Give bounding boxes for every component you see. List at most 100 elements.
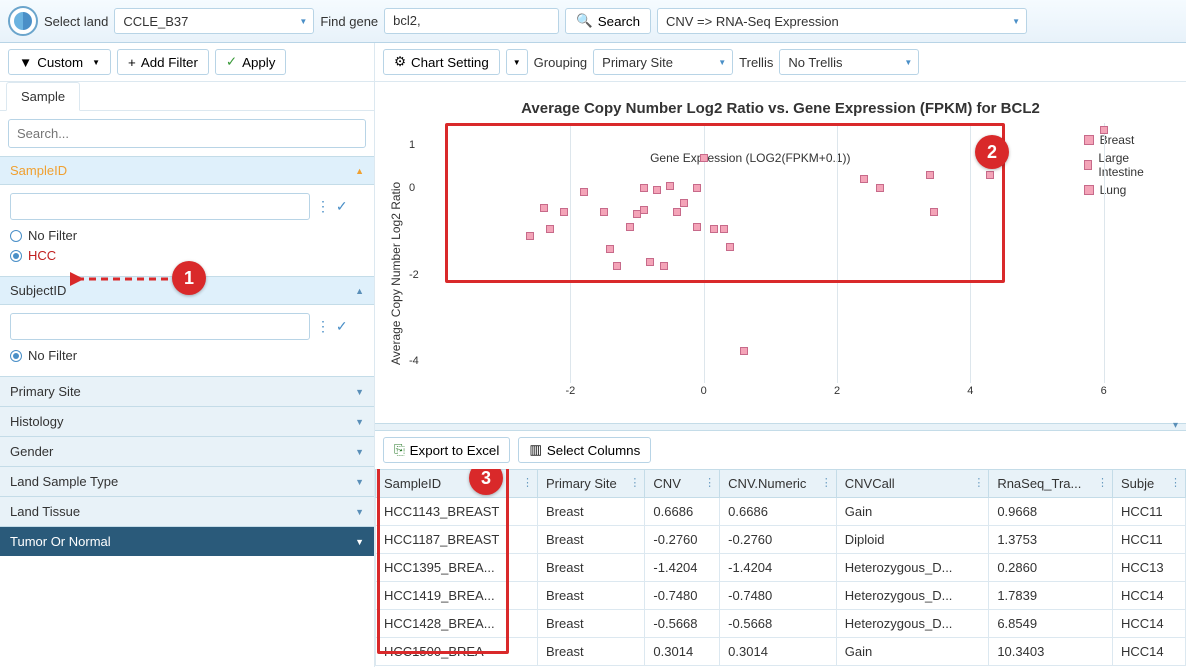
data-point[interactable] <box>1100 126 1108 134</box>
panel-title: Land Sample Type <box>10 474 118 489</box>
column-header[interactable]: RnaSeq_Tra...⋮ <box>989 470 1113 498</box>
annotation-badge-1: 1 <box>172 261 206 295</box>
trellis-label: Trellis <box>739 55 773 70</box>
panel-title: Primary Site <box>10 384 81 399</box>
radio-no-filter-subjectid[interactable]: No Filter <box>10 348 364 363</box>
table-cell: 0.3014 <box>720 638 837 666</box>
table-cell: 0.2860 <box>989 554 1113 582</box>
chevron-down-icon: ▼ <box>355 477 364 487</box>
search-button[interactable]: 🔍Search <box>565 8 651 34</box>
trellis-dropdown[interactable]: No Trellis <box>779 49 919 75</box>
column-menu-icon[interactable]: ⋮ <box>1170 476 1181 489</box>
no-filter-label: No Filter <box>28 348 77 363</box>
analysis-dropdown[interactable]: CNV => RNA-Seq Expression <box>657 8 1027 34</box>
chevron-down-icon: ▼ <box>355 417 364 427</box>
panel-head-primary-site[interactable]: Primary Site ▼ <box>0 376 374 406</box>
chart-title: Average Copy Number Log2 Ratio vs. Gene … <box>375 82 1186 123</box>
table-cell: 0.6686 <box>645 498 720 526</box>
table-cell: Gain <box>836 498 989 526</box>
table-cell: Breast <box>537 554 644 582</box>
table-cell: HCC13 <box>1112 554 1185 582</box>
radio-icon-selected <box>10 250 22 262</box>
column-menu-icon[interactable]: ⋮ <box>1097 476 1108 489</box>
x-tick: 0 <box>701 385 707 397</box>
panel-head-gender[interactable]: Gender▼ <box>0 436 374 466</box>
table-cell: Breast <box>537 498 644 526</box>
tab-sample[interactable]: Sample <box>6 82 80 111</box>
export-excel-button[interactable]: ⎘Export to Excel <box>383 437 510 463</box>
custom-button[interactable]: ▼Custom▼ <box>8 49 111 75</box>
table-cell: -0.5668 <box>645 610 720 638</box>
column-header[interactable]: Primary Site⋮ <box>537 470 644 498</box>
panel-head-histology[interactable]: Histology▼ <box>0 406 374 436</box>
column-header[interactable]: CNV.Numeric⋮ <box>720 470 837 498</box>
table-cell: HCC14 <box>1112 638 1185 666</box>
add-filter-button[interactable]: + Add Filter <box>117 49 209 75</box>
subjectid-filter-input[interactable] <box>10 313 310 340</box>
chevron-down-icon: ▼ <box>355 387 364 397</box>
table-cell: -1.4204 <box>645 554 720 582</box>
table-cell: 6.8549 <box>989 610 1113 638</box>
sampleid-filter-input[interactable] <box>10 193 310 220</box>
table-cell: Heterozygous_D... <box>836 554 989 582</box>
land-dropdown[interactable]: CCLE_B37 <box>114 8 314 34</box>
top-bar: Select land CCLE_B37 Find gene bcl2, 🔍Se… <box>0 0 1186 43</box>
table-cell: 1.3753 <box>989 526 1113 554</box>
grouping-value: Primary Site <box>602 55 673 70</box>
apply-label: Apply <box>242 55 275 70</box>
y-tick: 1 <box>409 139 415 151</box>
column-menu-icon[interactable]: ⋮ <box>704 476 715 489</box>
panel-head-sampleid[interactable]: SampleID ▲ <box>0 156 374 185</box>
table-cell: Breast <box>537 526 644 554</box>
check-icon: ✓ <box>226 54 237 70</box>
chevron-down-icon: ▼ <box>355 507 364 517</box>
table-cell: Gain <box>836 638 989 666</box>
table-cell: 0.9668 <box>989 498 1113 526</box>
kebab-icon[interactable]: ⋮ ✓ <box>316 198 349 215</box>
content-area: Average Copy Number Log2 Ratio vs. Gene … <box>375 82 1186 667</box>
chevron-down-icon: ▼ <box>92 58 100 67</box>
panel-title-sampleid: SampleID <box>10 163 67 178</box>
gene-input[interactable]: bcl2, <box>384 8 559 34</box>
no-filter-label: No Filter <box>28 228 77 243</box>
table-cell: Breast <box>537 610 644 638</box>
add-filter-label: Add Filter <box>141 55 198 70</box>
table-cell: HCC11 <box>1112 498 1185 526</box>
y-tick: -2 <box>409 269 419 281</box>
column-header[interactable]: CNV⋮ <box>645 470 720 498</box>
trellis-value: No Trellis <box>788 55 842 70</box>
table-cell: Diploid <box>836 526 989 554</box>
table-cell: 0.6686 <box>720 498 837 526</box>
apply-button[interactable]: ✓ Apply <box>215 49 287 75</box>
column-header[interactable]: CNVCall⋮ <box>836 470 989 498</box>
chevron-down-icon: ▼ <box>355 447 364 457</box>
select-columns-button[interactable]: ▥Select Columns <box>518 437 651 463</box>
plus-icon: + <box>128 55 136 70</box>
table-cell: -0.5668 <box>720 610 837 638</box>
select-land-label: Select land <box>44 14 108 29</box>
table-cell: -0.2760 <box>720 526 837 554</box>
panel-head-land-sample-type[interactable]: Land Sample Type ▼ <box>0 466 374 496</box>
kebab-icon[interactable]: ⋮ ✓ <box>316 318 349 335</box>
chart-settings-arrow[interactable]: ▼ <box>506 49 528 75</box>
panel-head-tumor-or-normal[interactable]: Tumor Or Normal▼ <box>0 526 374 556</box>
data-point[interactable] <box>740 347 748 355</box>
radio-no-filter-sampleid[interactable]: No Filter <box>10 228 364 243</box>
radio-icon-selected <box>10 350 22 362</box>
column-menu-icon[interactable]: ⋮ <box>821 476 832 489</box>
grouping-dropdown[interactable]: Primary Site <box>593 49 733 75</box>
column-header[interactable]: Subje⋮ <box>1112 470 1185 498</box>
column-menu-icon[interactable]: ⋮ <box>629 476 640 489</box>
sidebar-search-input[interactable] <box>8 119 366 148</box>
column-menu-icon[interactable]: ⋮ <box>522 476 533 489</box>
table-cell: 1.7839 <box>989 582 1113 610</box>
y-tick: -4 <box>409 355 419 367</box>
table-cell: -1.4204 <box>720 554 837 582</box>
column-menu-icon[interactable]: ⋮ <box>973 476 984 489</box>
panel-head-land-tissue[interactable]: Land Tissue▼ <box>0 496 374 526</box>
table-cell: 10.3403 <box>989 638 1113 666</box>
split-handle[interactable] <box>375 423 1186 431</box>
chevron-down-icon: ▼ <box>355 537 364 547</box>
chart-settings-button[interactable]: ⚙Chart Setting <box>383 49 500 75</box>
sidebar: Sample SampleID ▲ ⋮ ✓ No Filter HCC <box>0 82 375 667</box>
